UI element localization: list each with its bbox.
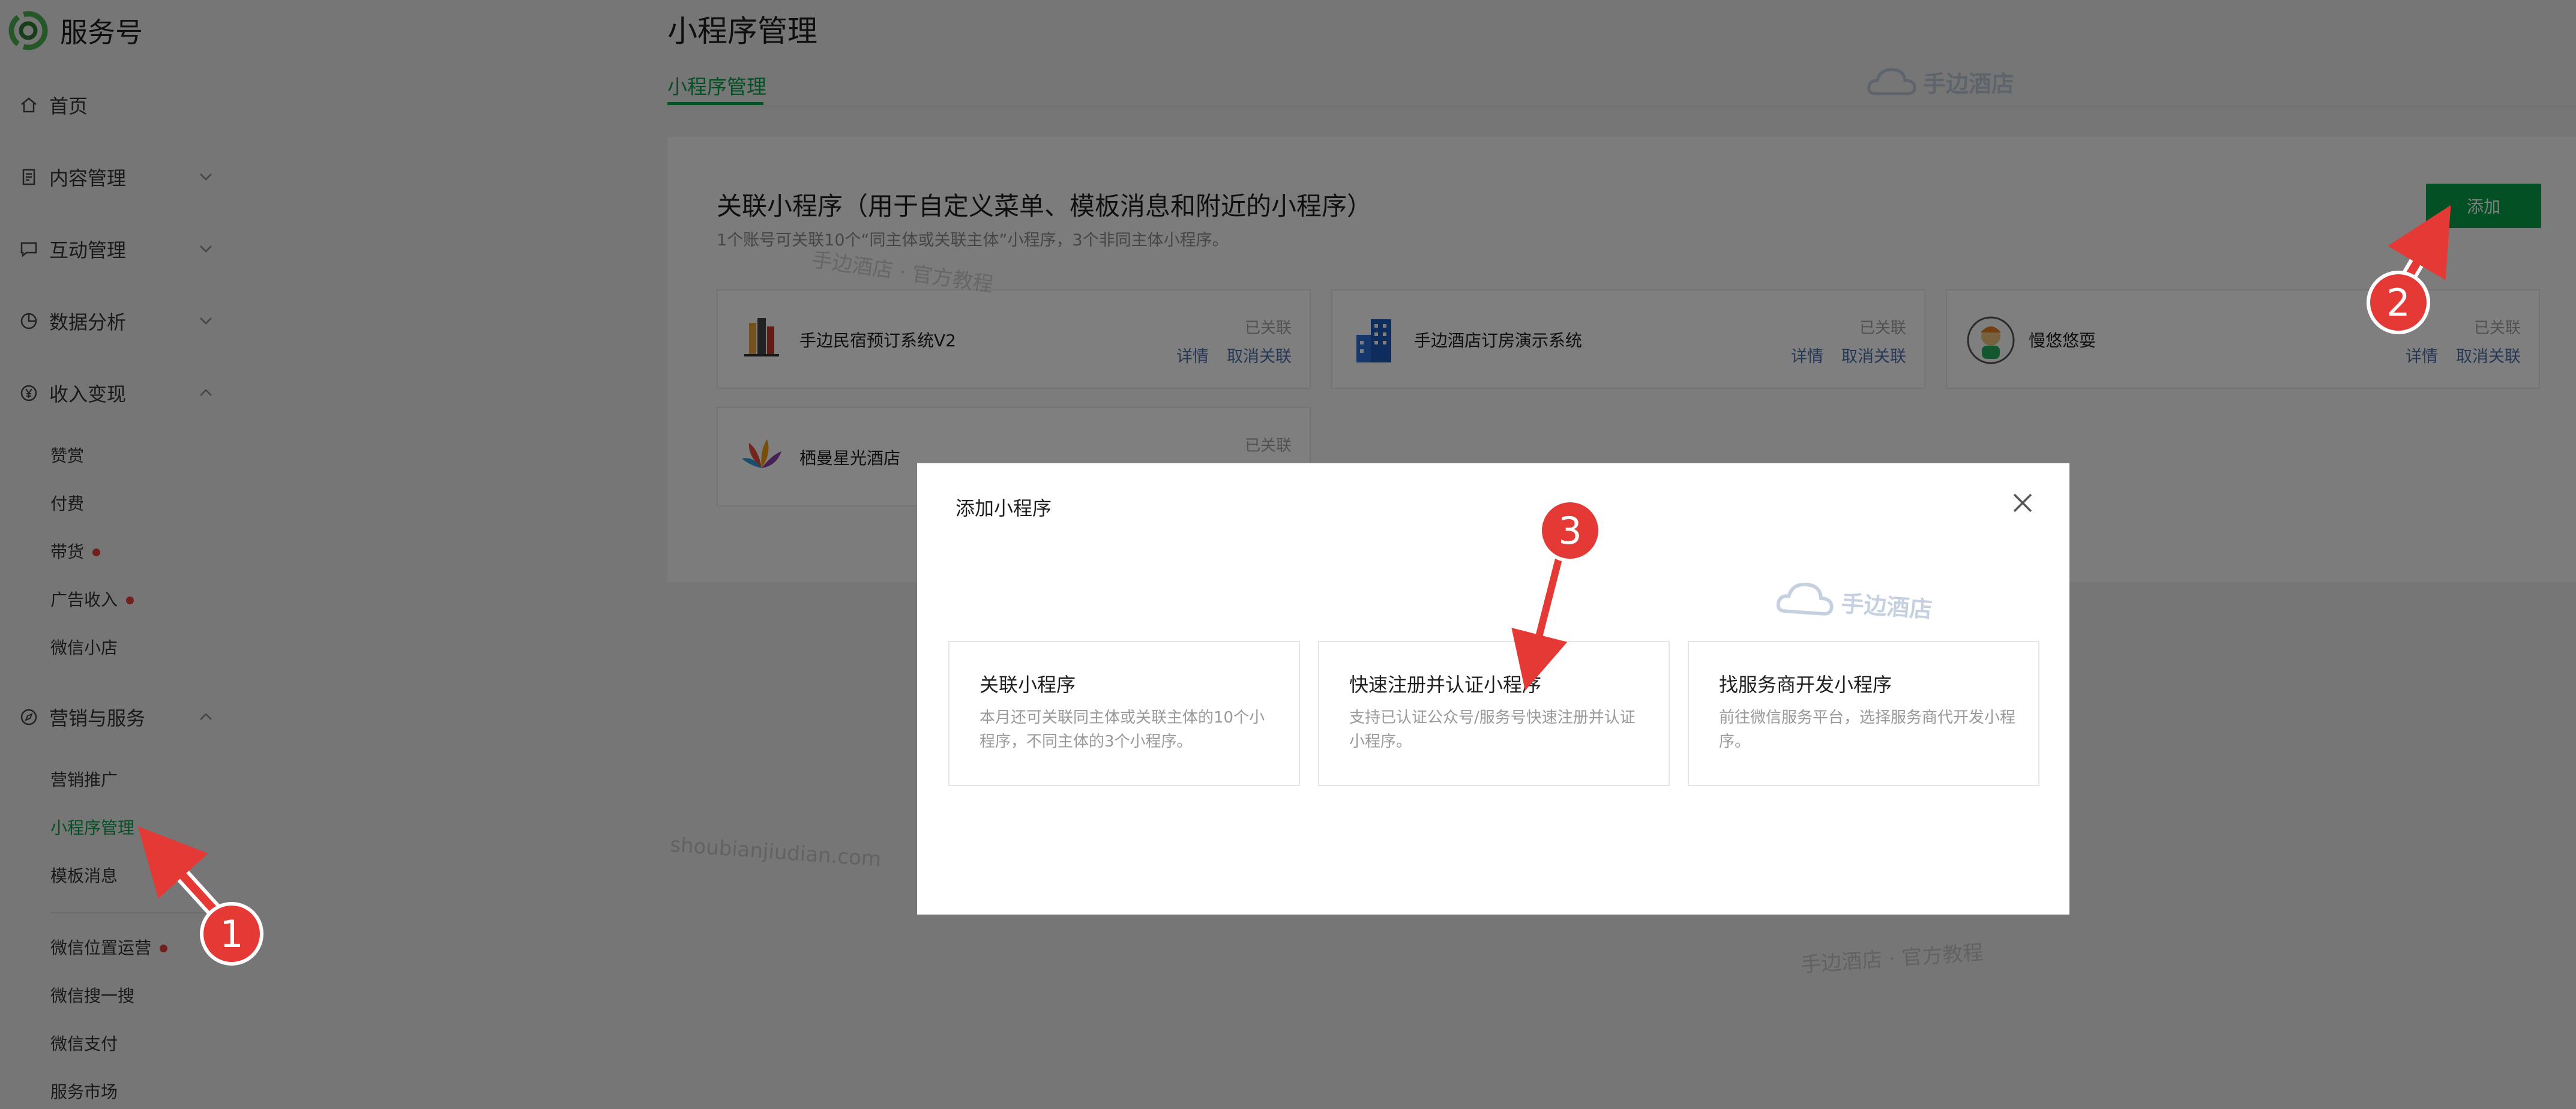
- annotation-arrow-3: 3: [1511, 499, 1602, 691]
- annotation-number: 2: [2386, 281, 2410, 325]
- annotation-arrow-1: 1: [137, 826, 263, 966]
- annotation-number: 3: [1558, 509, 1581, 553]
- annotation-number: 1: [220, 912, 243, 956]
- annotation-arrow-2: 2: [2367, 205, 2451, 334]
- tutorial-annotations: 1 2 3: [137, 205, 2451, 966]
